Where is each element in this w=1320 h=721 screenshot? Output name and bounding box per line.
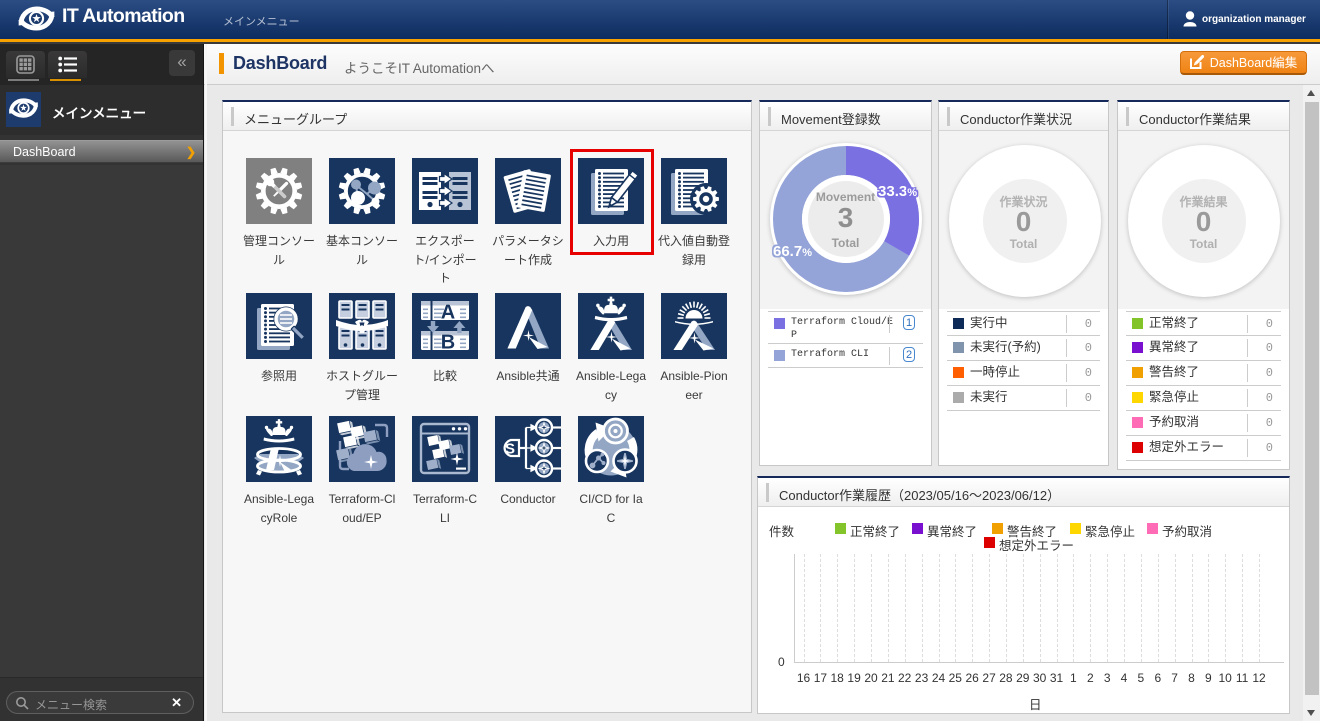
svg-text:A: A — [441, 302, 455, 324]
svg-text:S: S — [505, 441, 515, 458]
svg-text:B: B — [441, 332, 455, 354]
